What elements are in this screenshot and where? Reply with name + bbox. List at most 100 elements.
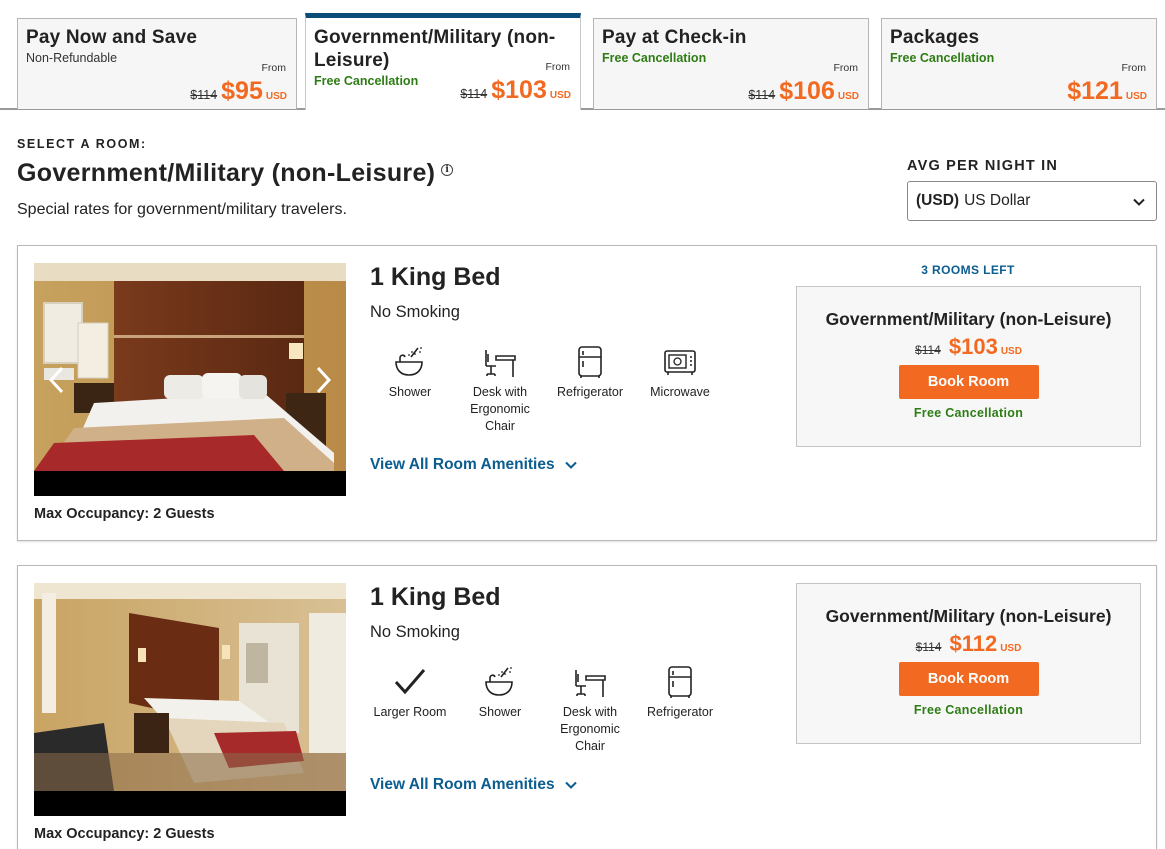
tab-government-military[interactable]: Government/Military (non-Leisure) Free C… bbox=[305, 13, 581, 110]
checkmark-icon bbox=[394, 669, 426, 695]
current-price: $103 bbox=[948, 334, 998, 359]
avg-per-night-label: AVG PER NIGHT IN bbox=[907, 158, 1059, 174]
tab-subtitle: Free Cancellation bbox=[602, 51, 707, 65]
next-photo-icon[interactable] bbox=[312, 365, 334, 395]
book-room-button[interactable]: Book Room bbox=[898, 365, 1039, 399]
tab-title: Packages bbox=[890, 27, 980, 48]
tab-subtitle: Non-Refundable bbox=[26, 51, 118, 65]
max-occupancy: Max Occupancy: 2 Guests bbox=[34, 506, 215, 522]
room-photo bbox=[34, 583, 346, 791]
amenity-item: Shower bbox=[365, 344, 455, 435]
currency-code: USD bbox=[1125, 91, 1147, 102]
chevron-down-icon bbox=[564, 781, 577, 789]
rate-price: $114 $112 USD bbox=[797, 631, 1140, 657]
shower-icon bbox=[395, 347, 423, 376]
currency-select[interactable]: (USD) US Dollar bbox=[907, 181, 1157, 221]
rate-name: Government/Military (non-Leisure) bbox=[825, 606, 1112, 626]
amenity-item: Desk with Ergonomic Chair bbox=[545, 664, 635, 755]
rate-name: Government/Military (non-Leisure) bbox=[825, 309, 1112, 329]
tab-title: Pay at Check-in bbox=[602, 27, 747, 48]
page-title: Government/Military (non-Leisure) i bbox=[17, 159, 454, 188]
tab-price: $114 $95 USD bbox=[190, 77, 287, 106]
rate-price: $114 $103 USD bbox=[797, 334, 1140, 360]
from-label: From bbox=[261, 62, 287, 74]
desk-chair-icon bbox=[485, 350, 516, 377]
tab-subtitle: Free Cancellation bbox=[890, 51, 995, 65]
rate-title-text: Government/Military (non-Leisure) bbox=[17, 159, 436, 187]
room-photo-carousel[interactable] bbox=[34, 263, 346, 496]
room-photo-carousel[interactable] bbox=[34, 583, 346, 816]
previous-photo-icon[interactable] bbox=[46, 365, 68, 395]
refrigerator-icon bbox=[578, 346, 602, 378]
desk-chair-icon bbox=[575, 670, 606, 697]
select-room-label: SELECT A ROOM: bbox=[17, 137, 147, 151]
rate-price-box: Government/Military (non-Leisure) $114 $… bbox=[796, 286, 1141, 447]
amenity-list: Larger Room Shower Desk with Ergonomic C… bbox=[365, 664, 725, 755]
chevron-down-icon bbox=[564, 461, 577, 469]
amenity-label: Larger Room bbox=[373, 705, 447, 719]
room-name: 1 King Bed bbox=[370, 583, 501, 611]
original-price: $114 bbox=[748, 88, 776, 102]
microwave-icon bbox=[664, 350, 696, 375]
chevron-down-icon bbox=[1133, 198, 1145, 206]
tab-pay-now-and-save[interactable]: Pay Now and Save Non-Refundable From $11… bbox=[17, 18, 297, 109]
currency-code: (USD) bbox=[916, 192, 960, 209]
amenity-list: Shower Desk with Ergonomic Chair Refrige… bbox=[365, 344, 725, 435]
currency-code: USD bbox=[549, 90, 571, 101]
amenity-item: Shower bbox=[455, 664, 545, 755]
rate-price-box: Government/Military (non-Leisure) $114 $… bbox=[796, 583, 1141, 744]
info-icon[interactable]: i bbox=[441, 164, 454, 176]
original-price: $114 bbox=[915, 343, 941, 357]
original-price: $114 bbox=[460, 87, 488, 101]
current-price: $121 bbox=[1067, 77, 1123, 105]
from-label: From bbox=[1121, 62, 1147, 74]
currency-name: US Dollar bbox=[964, 192, 1031, 209]
current-price: $106 bbox=[779, 77, 835, 105]
view-all-amenities-link[interactable]: View All Room Amenities bbox=[370, 456, 578, 474]
amenity-label: Refrigerator bbox=[557, 385, 623, 399]
currency-code: USD bbox=[1000, 346, 1022, 357]
book-room-button[interactable]: Book Room bbox=[898, 662, 1039, 696]
amenity-item: Refrigerator bbox=[545, 344, 635, 435]
smoking-policy: No Smoking bbox=[370, 303, 460, 321]
rooms-left-badge: 3 ROOMS LEFT bbox=[921, 263, 1015, 277]
current-price: $103 bbox=[491, 76, 547, 104]
original-price: $114 bbox=[915, 640, 942, 654]
amenity-label: Desk with Ergonomic Chair bbox=[470, 385, 530, 433]
currency-code: USD bbox=[1000, 643, 1022, 654]
tab-title: Pay Now and Save bbox=[26, 27, 198, 48]
room-card: Max Occupancy: 2 Guests 1 King Bed No Sm… bbox=[17, 565, 1157, 849]
current-price: $95 bbox=[221, 77, 263, 105]
refrigerator-icon bbox=[668, 666, 692, 698]
amenity-label: Desk with Ergonomic Chair bbox=[560, 705, 620, 753]
smoking-policy: No Smoking bbox=[370, 623, 460, 641]
amenity-label: Refrigerator bbox=[647, 705, 713, 719]
tab-price: $121 USD bbox=[1067, 77, 1147, 106]
rate-description: Special rates for government/military tr… bbox=[17, 201, 347, 218]
tab-pay-at-check-in[interactable]: Pay at Check-in Free Cancellation From $… bbox=[593, 18, 869, 109]
room-name: 1 King Bed bbox=[370, 263, 501, 291]
view-all-label: View All Room Amenities bbox=[370, 776, 555, 793]
room-card: Max Occupancy: 2 Guests 1 King Bed No Sm… bbox=[17, 245, 1157, 541]
current-price: $112 bbox=[949, 631, 998, 656]
rate-tabs: Pay Now and Save Non-Refundable From $11… bbox=[0, 0, 1165, 110]
view-all-amenities-link[interactable]: View All Room Amenities bbox=[370, 776, 578, 794]
amenity-label: Microwave bbox=[650, 385, 710, 399]
tab-title: Government/Military (non-Leisure) bbox=[314, 27, 556, 71]
amenity-label: Shower bbox=[478, 705, 522, 719]
original-price: $114 bbox=[190, 88, 218, 102]
shower-icon bbox=[485, 667, 513, 696]
amenity-label: Shower bbox=[388, 385, 432, 399]
amenity-item: Microwave bbox=[635, 344, 725, 435]
room-photo bbox=[34, 263, 346, 471]
view-all-label: View All Room Amenities bbox=[370, 456, 555, 473]
from-label: From bbox=[833, 62, 859, 74]
currency-code: USD bbox=[837, 91, 859, 102]
from-label: From bbox=[545, 61, 571, 73]
amenity-item: Refrigerator bbox=[635, 664, 725, 755]
tab-packages[interactable]: Packages Free Cancellation From $121 USD bbox=[881, 18, 1157, 109]
cancellation-policy: Free Cancellation bbox=[913, 703, 1024, 717]
amenity-item: Larger Room bbox=[365, 664, 455, 755]
tab-price: $114 $106 USD bbox=[748, 77, 859, 106]
currency-code: USD bbox=[265, 91, 287, 102]
